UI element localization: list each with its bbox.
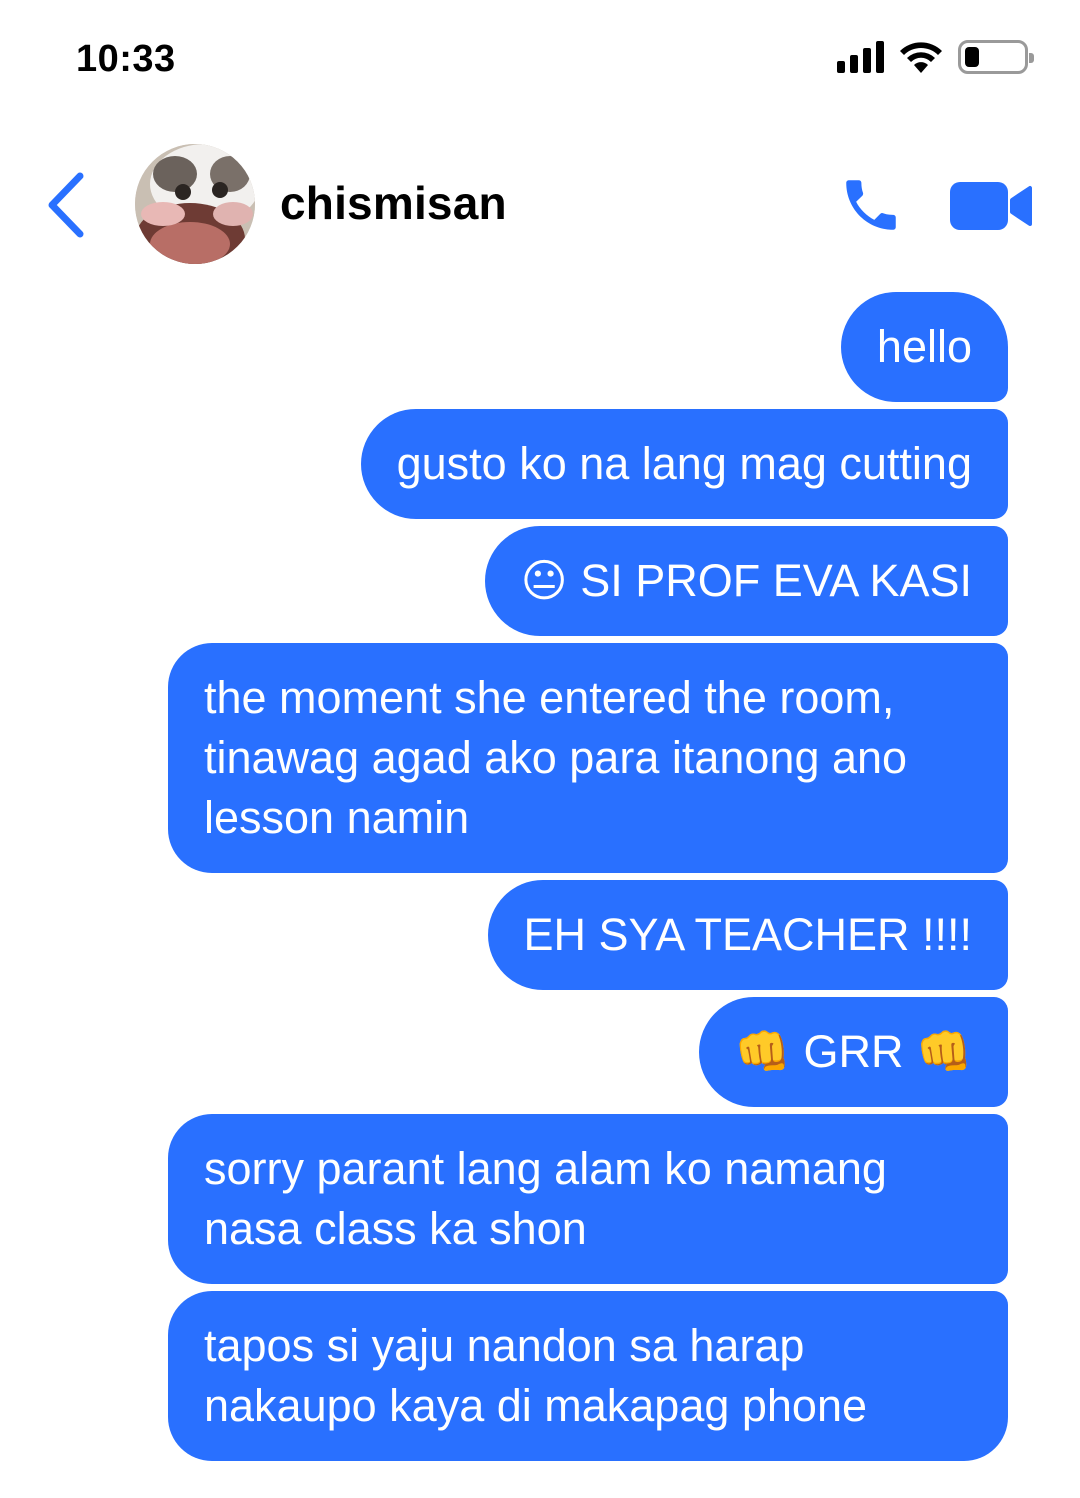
message-bubble[interactable]: sorry parant lang alam ko namang nasa cl… (168, 1114, 1008, 1284)
message-row: the moment she entered the room, tinawag… (0, 643, 1080, 873)
message-bubble[interactable]: 😐 SI PROF EVA KASI (484, 526, 1008, 636)
message-row: tapos si yaju nandon sa harap nakaupo ka… (0, 1291, 1080, 1461)
message-bubble[interactable]: 👊 GRR 👊 (698, 997, 1008, 1107)
status-icons (837, 40, 1034, 74)
cellular-signal-icon (837, 41, 884, 73)
message-row: 😐 SI PROF EVA KASI (0, 526, 1080, 636)
message-list: hello gusto ko na lang mag cutting 😐 SI … (0, 292, 1080, 1468)
chevron-left-icon (48, 172, 84, 238)
message-bubble[interactable]: hello (840, 292, 1008, 402)
video-camera-icon (950, 182, 1032, 230)
message-bubble[interactable]: tapos si yaju nandon sa harap nakaupo ka… (168, 1291, 1008, 1461)
message-row: 👊 GRR 👊 (0, 997, 1080, 1107)
battery-low-icon (958, 40, 1034, 74)
chat-title[interactable]: chismisan (280, 176, 507, 230)
wifi-icon (900, 42, 942, 73)
message-row: sorry parant lang alam ko namang nasa cl… (0, 1114, 1080, 1284)
cat-avatar-image (135, 144, 255, 264)
message-bubble[interactable]: gusto ko na lang mag cutting (360, 409, 1008, 519)
phone-icon (846, 180, 896, 230)
voice-call-button[interactable] (838, 172, 904, 238)
avatar[interactable] (135, 144, 255, 264)
message-row: gusto ko na lang mag cutting (0, 409, 1080, 519)
message-row: EH SYA TEACHER !!!! (0, 880, 1080, 990)
video-call-button[interactable] (948, 176, 1034, 236)
status-bar: 10:33 (0, 0, 1080, 110)
status-time: 10:33 (76, 38, 176, 80)
message-bubble[interactable]: EH SYA TEACHER !!!! (487, 880, 1008, 990)
chat-header: chismisan (0, 140, 1080, 270)
message-row: hello (0, 292, 1080, 402)
message-bubble[interactable]: the moment she entered the room, tinawag… (168, 643, 1008, 873)
back-button[interactable] (40, 170, 100, 240)
